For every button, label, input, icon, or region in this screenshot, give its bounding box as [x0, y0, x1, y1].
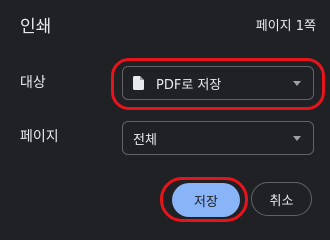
destination-value: PDF로 저장 — [156, 77, 222, 93]
chevron-down-icon — [293, 135, 301, 141]
pages-value: 전체 — [133, 132, 157, 148]
pages-select[interactable]: 전체 — [122, 121, 314, 155]
destination-label: 대상 — [20, 75, 46, 91]
save-button[interactable]: 저장 — [172, 183, 240, 217]
print-dialog: 인쇄 페이지 1쪽 대상 PDF로 저장 페이지 전체 저장 취소 — [0, 0, 330, 226]
page-count: 페이지 1쪽 — [255, 19, 316, 34]
pages-label: 페이지 — [20, 129, 59, 145]
file-icon — [133, 76, 144, 90]
chevron-down-icon — [293, 80, 301, 86]
dialog-title: 인쇄 — [20, 17, 52, 37]
cancel-button[interactable]: 취소 — [251, 182, 312, 216]
destination-select[interactable]: PDF로 저장 — [122, 66, 314, 100]
